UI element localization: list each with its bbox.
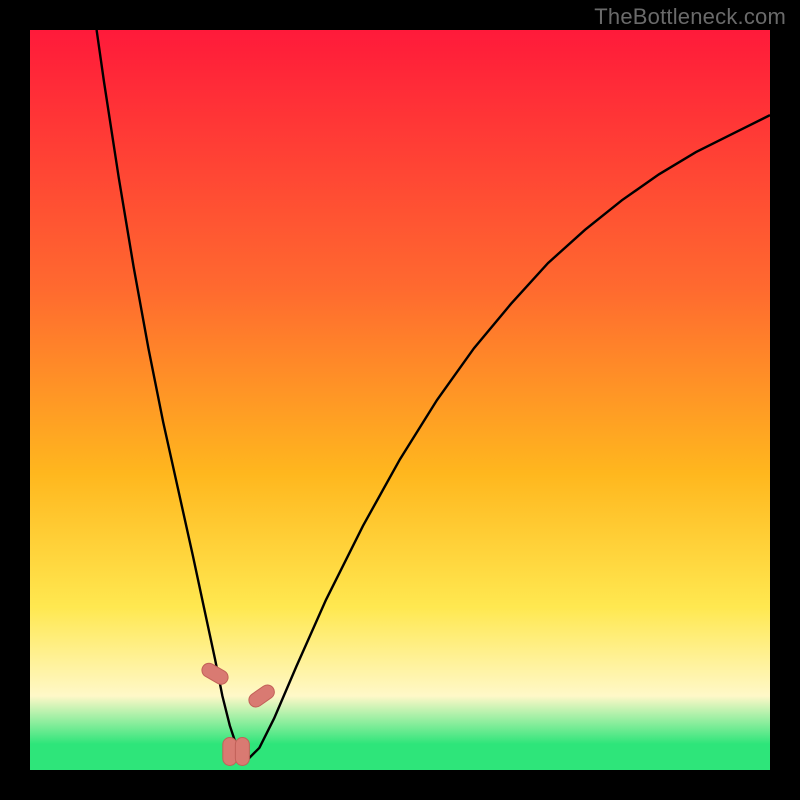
plot-area: [30, 30, 770, 770]
markers-group: [199, 661, 277, 766]
chart-frame: TheBottleneck.com: [0, 0, 800, 800]
bottleneck-curve: [97, 30, 770, 759]
curve-layer: [30, 30, 770, 770]
curve-marker: [235, 738, 249, 766]
watermark-text: TheBottleneck.com: [594, 4, 786, 30]
curve-marker: [223, 738, 237, 766]
curve-marker: [246, 682, 277, 710]
